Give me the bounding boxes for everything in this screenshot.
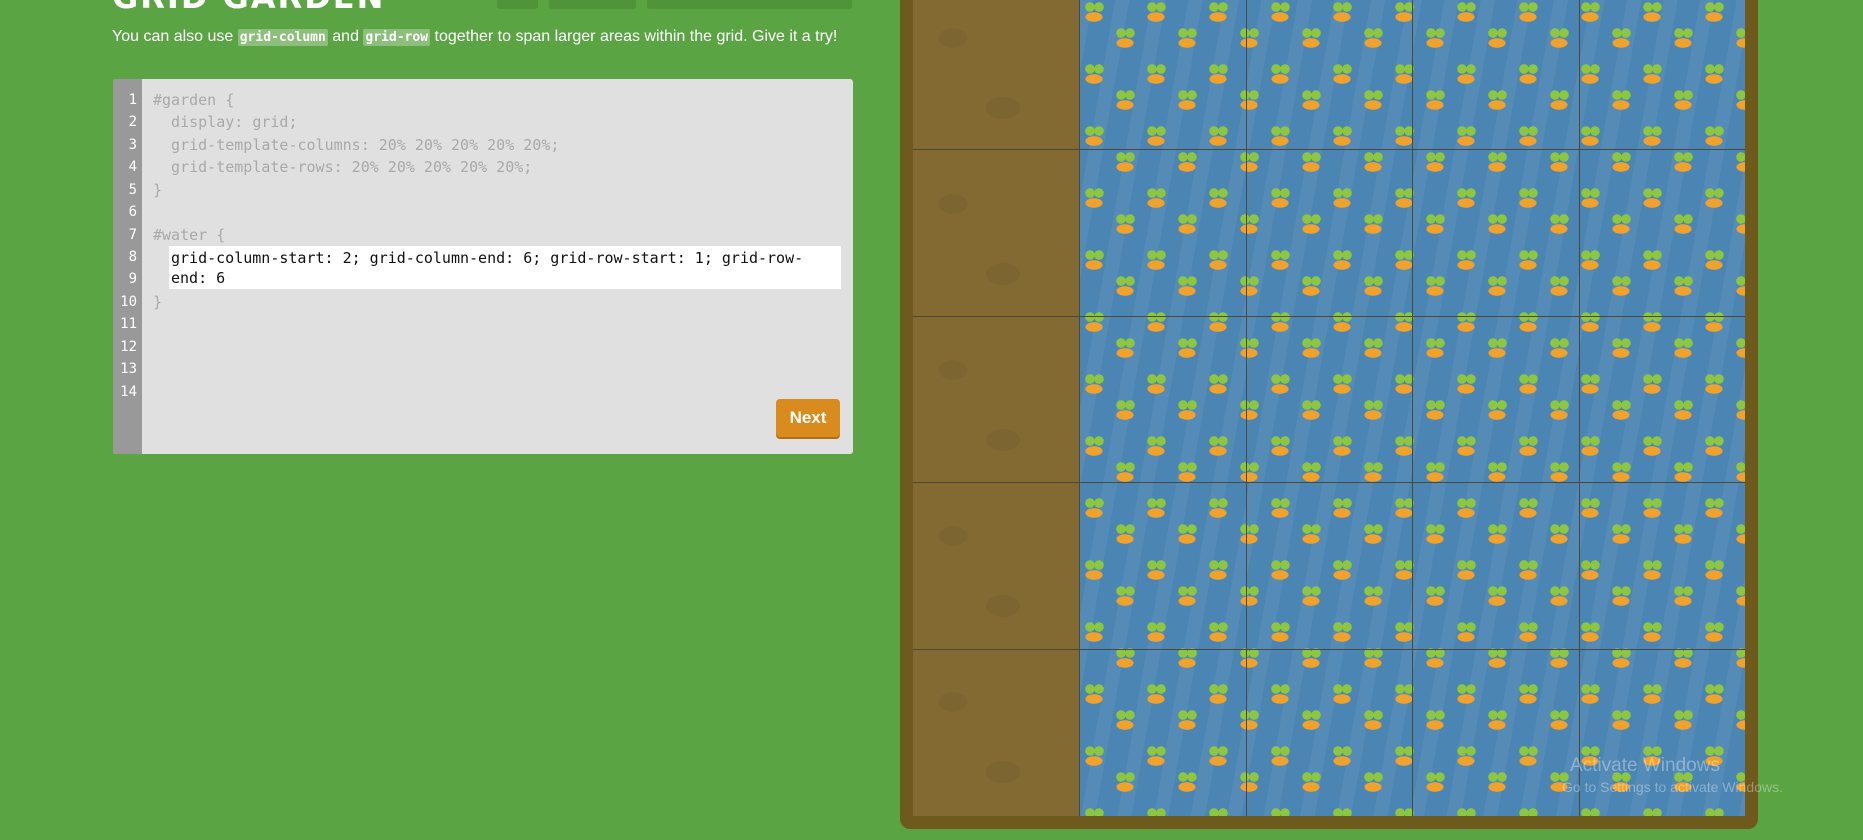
windows-activation-watermark: Activate Windows Go to Settings to activ…: [1562, 754, 1783, 796]
instruction-after: together to span larger areas within the…: [434, 28, 838, 45]
line-number: 10: [120, 294, 137, 310]
code-line: display: grid;: [153, 113, 298, 131]
line-number: 12: [120, 339, 137, 355]
css-answer-value[interactable]: grid-column-start: 2; grid-column-end: 6…: [171, 248, 839, 288]
line-number-gutter: 1 2 3 4 5 6 7 8 9 10 11 12 13 14: [113, 79, 142, 454]
grid-line-vertical: [1579, 0, 1580, 816]
code-grid-column: grid-column: [237, 29, 328, 46]
code-editor: 1 2 3 4 5 6 7 8 9 10 11 12 13 14 #garden…: [113, 79, 853, 454]
page-title: GRID GARDEN: [112, 0, 385, 16]
code-line: }: [153, 293, 163, 311]
line-number: 5: [128, 182, 137, 198]
line-number: 8: [128, 249, 137, 265]
line-number: 13: [120, 361, 137, 377]
code-line: grid-template-rows: 20% 20% 20% 20% 20%;: [153, 158, 533, 176]
garden-grid: [913, 0, 1745, 816]
soil-column: [913, 0, 1079, 816]
line-number: 11: [120, 316, 137, 332]
line-number: 7: [128, 227, 137, 243]
line-number: 6: [128, 204, 137, 220]
grid-line-vertical: [1246, 0, 1247, 816]
line-number: 4: [128, 159, 137, 175]
line-number: 1: [128, 92, 137, 108]
instruction-middle: and: [332, 28, 364, 45]
code-grid-row: grid-row: [363, 29, 431, 46]
watermark-title: Activate Windows: [1570, 755, 1720, 776]
grid-line-horizontal: [913, 316, 1745, 317]
line-number: 2: [128, 114, 137, 130]
code-line: #water {: [153, 226, 226, 244]
grid-line-horizontal: [913, 482, 1745, 483]
grid-line-horizontal: [913, 149, 1745, 150]
grid-line-vertical: [1079, 0, 1080, 816]
level-prev-button[interactable]: [497, 0, 538, 9]
watermark-subtitle: Go to Settings to activate Windows.: [1562, 779, 1783, 795]
grid-line-vertical: [1412, 0, 1413, 816]
line-number: 14: [120, 384, 137, 400]
code-line: grid-template-columns: 20% 20% 20% 20% 2…: [153, 136, 560, 154]
css-answer-input[interactable]: grid-column-start: 2; grid-column-end: 6…: [169, 246, 841, 289]
grid-line-horizontal: [913, 649, 1745, 650]
instruction-text: You can also use grid-column and grid-ro…: [112, 26, 837, 49]
level-menu-button[interactable]: [647, 0, 852, 9]
instruction-before: You can also use: [112, 28, 238, 45]
next-button[interactable]: Next: [776, 399, 840, 437]
line-number: 3: [128, 137, 137, 153]
level-indicator-button[interactable]: [549, 0, 636, 9]
code-line: #garden {: [153, 91, 235, 109]
code-line: }: [153, 181, 163, 199]
line-number: 9: [128, 271, 137, 287]
